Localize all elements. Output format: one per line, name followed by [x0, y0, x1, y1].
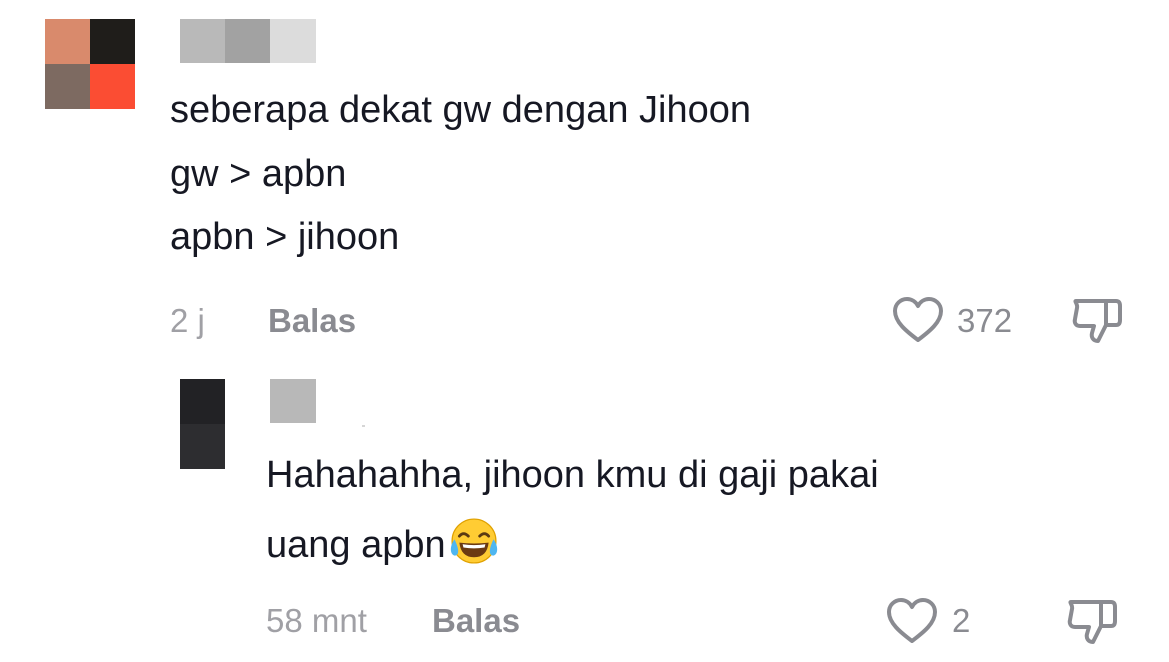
thumbs-down-icon[interactable]: [1070, 296, 1124, 346]
comment-text-line: gw > apbn: [170, 153, 347, 195]
like-count: 2: [952, 602, 971, 639]
avatar[interactable]: [45, 19, 135, 109]
comment-text-line: Hahahahha, jihoon kmu di gaji pakai: [266, 454, 879, 496]
username-redacted[interactable]: [270, 379, 316, 423]
username-redacted[interactable]: [180, 19, 316, 63]
avatar-pixel: [90, 64, 135, 109]
avatar-pixel: [180, 424, 225, 469]
avatar-pixel: [45, 64, 90, 109]
face-with-tears-of-joy-icon: [450, 518, 497, 564]
reply-button[interactable]: Balas: [432, 601, 520, 641]
comment-text-line: uang apbn: [266, 515, 500, 568]
username-pixel: [270, 379, 316, 423]
username-pixel: [180, 19, 225, 63]
username-pixel: [270, 19, 316, 63]
avatar-pixel: [180, 379, 225, 424]
avatar-pixel: [45, 19, 90, 64]
like-count: 372: [957, 302, 1013, 339]
comment-text-segment: uang apbn: [266, 524, 446, 566]
heart-outline-icon[interactable]: [892, 296, 944, 344]
username-pixel-fragment: [362, 425, 365, 427]
comment-text-line: apbn > jihoon: [170, 216, 400, 258]
heart-outline-icon[interactable]: [886, 597, 938, 645]
avatar-pixel: [90, 19, 135, 64]
thumbs-down-icon[interactable]: [1065, 597, 1119, 647]
avatar[interactable]: [180, 379, 225, 469]
username-pixel: [225, 19, 270, 63]
comment-timestamp: 2 j: [170, 302, 205, 339]
comment-text-line: seberapa dekat gw dengan Jihoon: [170, 89, 752, 131]
comment-timestamp: 58 mnt: [266, 602, 367, 639]
reply-button[interactable]: Balas: [268, 301, 356, 341]
